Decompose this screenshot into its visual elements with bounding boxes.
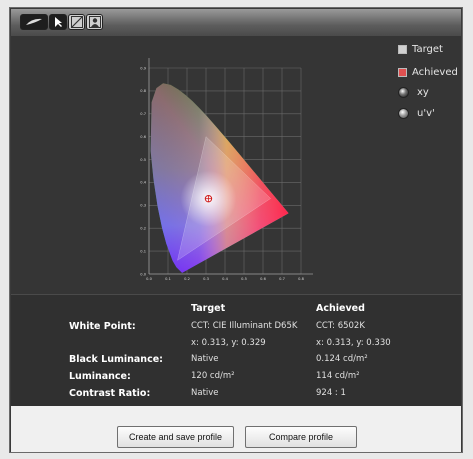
white-target-xy: x: 0.313, y: 0.329 <box>191 338 266 348</box>
cie-chromaticity-chart: 0.0 0.1 0.2 0.3 0.4 0.5 0.6 0.7 0.8 0.0 0.1 0.2 0.3 0… <box>140 58 313 281</box>
legend-target-label: Target <box>412 44 443 55</box>
radio-uv[interactable]: u'v' <box>398 108 435 119</box>
toolbar <box>11 9 461 36</box>
radio-xy-icon <box>398 87 409 98</box>
white-achieved-cct: CCT: 6502K <box>316 321 365 331</box>
legend-target[interactable]: Target <box>398 44 443 55</box>
x-tick-label: 0.6 <box>260 277 266 281</box>
y-tick-label: 0.6 <box>140 135 146 139</box>
y-tick-label: 0.4 <box>140 181 146 185</box>
pointer-tool-button[interactable] <box>49 14 67 30</box>
y-tick-label: 0.1 <box>140 249 146 253</box>
x-tick-label: 0.8 <box>298 277 304 281</box>
white-point-label: White Point: <box>69 321 136 332</box>
luminance-label: Luminance: <box>69 371 131 382</box>
compare-profile-button[interactable]: Compare profile <box>245 426 357 448</box>
x-tick-label: 0.2 <box>184 277 190 281</box>
legend-achieved[interactable]: Achieved <box>398 67 458 78</box>
curve-tool-button[interactable] <box>68 14 85 30</box>
x-tick-label: 0.4 <box>222 277 228 281</box>
x-tick-label: 0.1 <box>165 277 171 281</box>
contrast-achieved: 924 : 1 <box>316 388 346 398</box>
black-luminance-label: Black Luminance: <box>69 354 163 365</box>
contrast-target: Native <box>191 388 219 398</box>
black-achieved: 0.124 cd/m² <box>316 354 368 364</box>
achieved-checkbox-icon <box>398 68 407 77</box>
white-achieved-xy: x: 0.313, y: 0.330 <box>316 338 391 348</box>
x-tick-label: 0.7 <box>279 277 285 281</box>
brush-tool-button[interactable] <box>20 14 48 30</box>
curve-icon <box>70 16 83 28</box>
x-tick-label: 0.0 <box>146 277 152 281</box>
y-tick-label: 0.3 <box>140 204 146 208</box>
black-target: Native <box>191 354 219 364</box>
x-tick-label: 0.5 <box>241 277 247 281</box>
y-tick-label: 0.7 <box>140 112 146 116</box>
white-target-cct: CCT: CIE Illuminant D65K <box>191 321 298 331</box>
button-bar: Create and save profile Compare profile <box>11 406 461 452</box>
image-tool-button[interactable] <box>86 14 103 30</box>
person-icon <box>88 16 101 28</box>
luminance-achieved: 114 cd/m² <box>316 371 360 381</box>
x-tick-label: 0.3 <box>203 277 209 281</box>
legend-achieved-label: Achieved <box>412 67 458 78</box>
radio-xy-label: xy <box>417 87 429 98</box>
luminance-target: 120 cd/m² <box>191 371 235 381</box>
col-achieved-header: Achieved <box>316 303 365 314</box>
y-tick-label: 0.5 <box>140 158 146 162</box>
radio-uv-label: u'v' <box>417 108 435 119</box>
create-and-save-profile-button[interactable]: Create and save profile <box>117 426 234 448</box>
y-tick-label: 0.0 <box>140 272 146 276</box>
radio-xy[interactable]: xy <box>398 87 429 98</box>
profile-window: 0.0 0.1 0.2 0.3 0.4 0.5 0.6 0.7 0.8 0.0 0.1 0.2 0.3 0… <box>9 7 463 453</box>
y-tick-label: 0.9 <box>140 66 146 70</box>
contrast-ratio-label: Contrast Ratio: <box>69 388 151 399</box>
chart-area: 0.0 0.1 0.2 0.3 0.4 0.5 0.6 0.7 0.8 0.0 0.1 0.2 0.3 0… <box>11 36 461 294</box>
profile-stats: Target Achieved White Point: CCT: CIE Il… <box>11 294 461 406</box>
col-target-header: Target <box>191 303 226 314</box>
target-checkbox-icon <box>398 45 407 54</box>
white-point-marker <box>204 194 213 203</box>
y-tick-label: 0.2 <box>140 227 146 231</box>
pointer-icon <box>55 17 62 27</box>
y-tick-label: 0.8 <box>140 89 146 93</box>
radio-uv-icon <box>398 108 409 119</box>
brush-icon <box>26 18 42 25</box>
